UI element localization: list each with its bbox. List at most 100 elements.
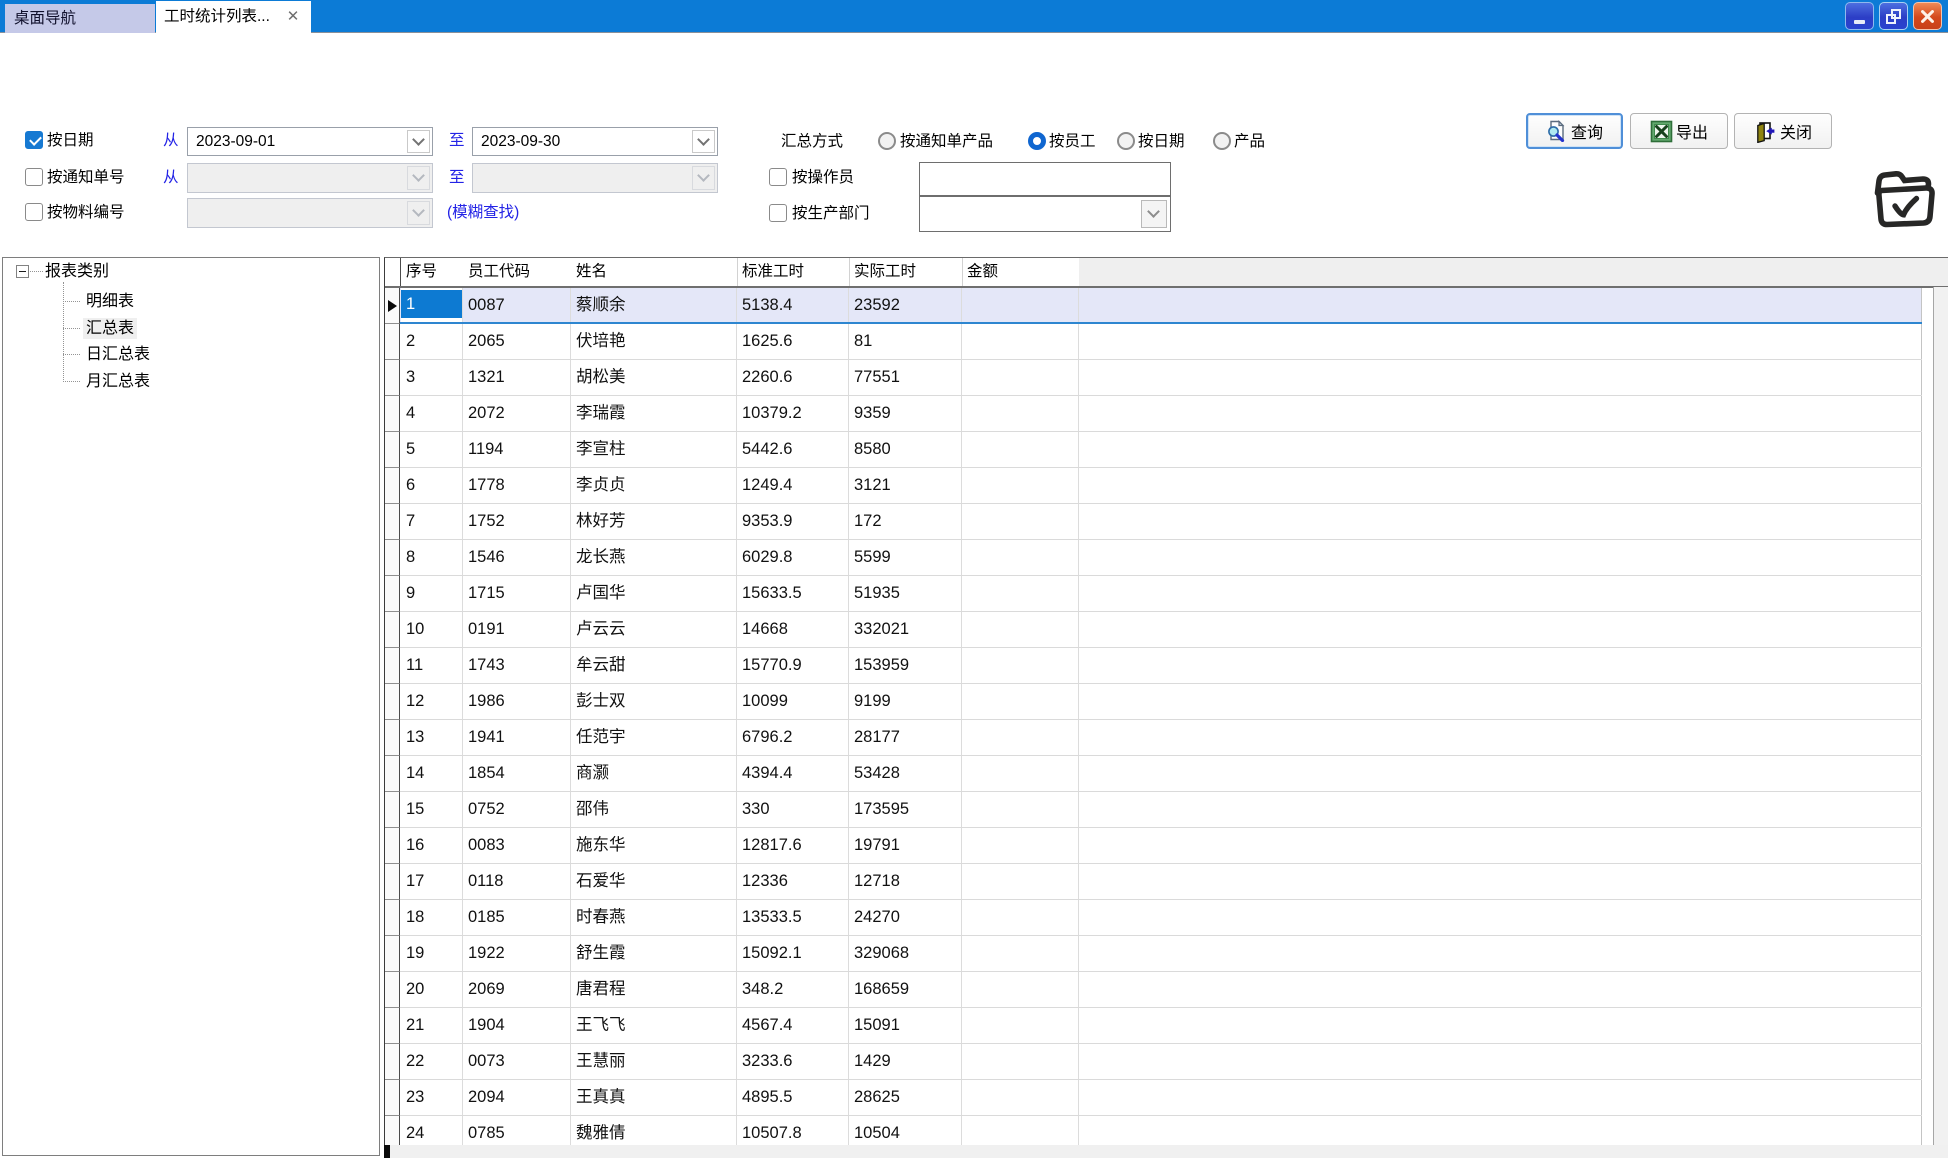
cell-序号[interactable]: 22 (401, 1044, 463, 1079)
summary-mode-option-label[interactable]: 按日期 (1138, 133, 1185, 151)
cell-标准工时[interactable]: 5442.6 (737, 432, 849, 467)
by-material-checkbox[interactable] (25, 203, 43, 221)
date-from-dropdown-icon[interactable] (407, 130, 430, 153)
column-header-4[interactable]: 标准工时 (737, 258, 849, 286)
cell-序号[interactable]: 4 (401, 396, 463, 431)
table-row[interactable]: 180185时春燕13533.524270 (385, 900, 1922, 936)
cell-实际工时[interactable]: 168659 (849, 972, 962, 1007)
cell-实际工时[interactable]: 9359 (849, 396, 962, 431)
cell-金额[interactable] (962, 720, 1079, 755)
cell-姓名[interactable]: 施东华 (571, 828, 737, 863)
cell-标准工时[interactable]: 330 (737, 792, 849, 827)
cell-标准工时[interactable]: 4394.4 (737, 756, 849, 791)
table-row[interactable]: 22065伏培艳1625.681 (385, 324, 1922, 360)
cell-金额[interactable] (962, 468, 1079, 503)
cell-金额[interactable] (962, 432, 1079, 467)
cell-实际工时[interactable]: 10504 (849, 1116, 962, 1145)
summary-mode-radio-0[interactable] (878, 132, 896, 150)
cell-实际工时[interactable]: 81 (849, 324, 962, 359)
table-row[interactable]: 232094王真真4895.528625 (385, 1080, 1922, 1116)
cell-员工代码[interactable]: 0087 (463, 288, 571, 323)
row-header-gutter[interactable] (385, 576, 400, 612)
cell-标准工时[interactable]: 15092.1 (737, 936, 849, 971)
cell-姓名[interactable]: 蔡顺余 (571, 288, 737, 323)
table-row[interactable]: 61778李贞贞1249.43121 (385, 468, 1922, 504)
tree-item-3[interactable]: 日汇总表 (83, 344, 153, 365)
cell-姓名[interactable]: 彭士双 (571, 684, 737, 719)
table-row[interactable]: 240785魏雅倩10507.810504 (385, 1116, 1922, 1145)
cell-标准工时[interactable]: 13533.5 (737, 900, 849, 935)
cell-序号[interactable]: 18 (401, 900, 463, 935)
cell-员工代码[interactable]: 0073 (463, 1044, 571, 1079)
table-row[interactable]: 220073王慧丽3233.61429 (385, 1044, 1922, 1080)
cell-标准工时[interactable]: 15770.9 (737, 648, 849, 683)
table-row[interactable]: 121986彭士双100999199 (385, 684, 1922, 720)
cell-金额[interactable] (962, 612, 1079, 647)
cell-序号[interactable]: 21 (401, 1008, 463, 1043)
cell-标准工时[interactable]: 12336 (737, 864, 849, 899)
table-row[interactable]: 141854商灏4394.453428 (385, 756, 1922, 792)
export-button[interactable]: 导出 (1630, 113, 1728, 149)
cell-员工代码[interactable]: 0752 (463, 792, 571, 827)
cell-金额[interactable] (962, 864, 1079, 899)
cell-姓名[interactable]: 商灏 (571, 756, 737, 791)
summary-mode-option-label[interactable]: 产品 (1234, 133, 1265, 151)
cell-序号[interactable]: 1 (401, 288, 463, 323)
cell-实际工时[interactable]: 53428 (849, 756, 962, 791)
cell-标准工时[interactable]: 4895.5 (737, 1080, 849, 1115)
cell-金额[interactable] (962, 504, 1079, 539)
cell-实际工时[interactable]: 12718 (849, 864, 962, 899)
cell-标准工时[interactable]: 10507.8 (737, 1116, 849, 1145)
cell-实际工时[interactable]: 332021 (849, 612, 962, 647)
cell-员工代码[interactable]: 1752 (463, 504, 571, 539)
cell-实际工时[interactable]: 153959 (849, 648, 962, 683)
table-row[interactable]: 150752邵伟330173595 (385, 792, 1922, 828)
cell-姓名[interactable]: 林好芳 (571, 504, 737, 539)
scrollbar-thumb[interactable] (384, 1145, 390, 1158)
cell-标准工时[interactable]: 6796.2 (737, 720, 849, 755)
cell-序号[interactable]: 11 (401, 648, 463, 683)
cell-员工代码[interactable]: 0185 (463, 900, 571, 935)
cell-员工代码[interactable]: 1743 (463, 648, 571, 683)
cell-姓名[interactable]: 王慧丽 (571, 1044, 737, 1079)
window-close-button[interactable] (1913, 2, 1942, 30)
row-header-gutter[interactable] (385, 1080, 400, 1116)
cell-序号[interactable]: 17 (401, 864, 463, 899)
cell-员工代码[interactable]: 1922 (463, 936, 571, 971)
row-header-gutter[interactable] (385, 864, 400, 900)
table-row[interactable]: 31321胡松美2260.677551 (385, 360, 1922, 396)
cell-姓名[interactable]: 卢云云 (571, 612, 737, 647)
cell-金额[interactable] (962, 576, 1079, 611)
row-header-gutter[interactable] (385, 540, 400, 576)
cell-员工代码[interactable]: 1904 (463, 1008, 571, 1043)
row-header-gutter[interactable] (385, 1008, 400, 1044)
horizontal-scrollbar[interactable] (384, 1145, 1948, 1158)
cell-员工代码[interactable]: 1854 (463, 756, 571, 791)
table-row[interactable]: 191922舒生霞15092.1329068 (385, 936, 1922, 972)
table-row[interactable]: 131941任范宇6796.228177 (385, 720, 1922, 756)
cell-序号[interactable]: 8 (401, 540, 463, 575)
cell-实际工时[interactable]: 23592 (849, 288, 962, 323)
cell-金额[interactable] (962, 324, 1079, 359)
cell-序号[interactable]: 23 (401, 1080, 463, 1115)
cell-标准工时[interactable]: 6029.8 (737, 540, 849, 575)
cell-金额[interactable] (962, 540, 1079, 575)
cell-实际工时[interactable]: 51935 (849, 576, 962, 611)
row-header-gutter[interactable] (385, 936, 400, 972)
cell-姓名[interactable]: 邵伟 (571, 792, 737, 827)
date-to-combobox[interactable]: 2023-09-30 (472, 127, 718, 156)
cell-序号[interactable]: 9 (401, 576, 463, 611)
cell-序号[interactable]: 6 (401, 468, 463, 503)
cell-员工代码[interactable]: 2072 (463, 396, 571, 431)
row-header-gutter[interactable] (385, 684, 400, 720)
row-header-gutter[interactable] (385, 972, 400, 1008)
cell-实际工时[interactable]: 77551 (849, 360, 962, 395)
cell-序号[interactable]: 10 (401, 612, 463, 647)
cell-序号[interactable]: 15 (401, 792, 463, 827)
cell-实际工时[interactable]: 1429 (849, 1044, 962, 1079)
row-header-gutter[interactable] (385, 324, 400, 360)
date-to-dropdown-icon[interactable] (692, 130, 715, 153)
cell-员工代码[interactable]: 1194 (463, 432, 571, 467)
cell-员工代码[interactable]: 1941 (463, 720, 571, 755)
row-header-gutter[interactable] (385, 612, 400, 648)
